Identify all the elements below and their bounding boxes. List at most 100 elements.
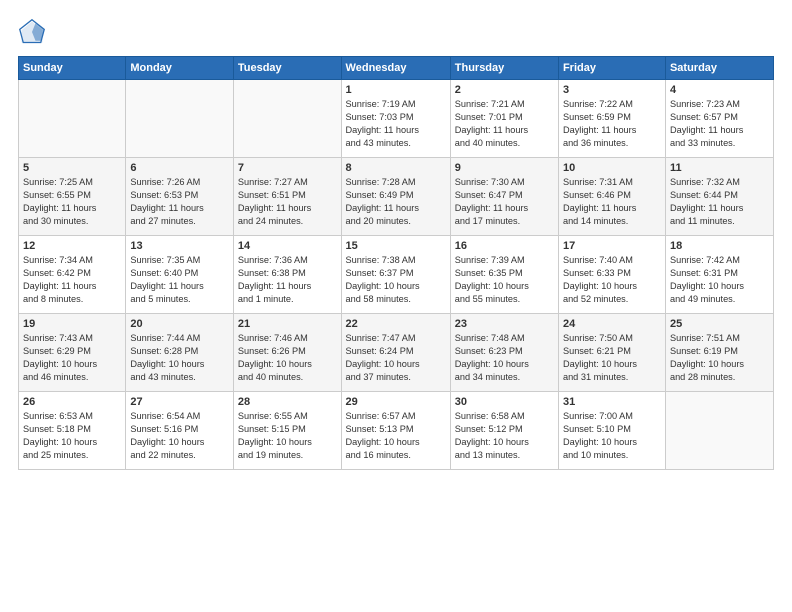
day-number: 16: [455, 240, 554, 252]
page: SundayMondayTuesdayWednesdayThursdayFrid…: [0, 0, 792, 612]
calendar-day-cell: [233, 80, 341, 158]
calendar-day-cell: 25 Sunrise: 7:51 AM Sunset: 6:19 PM Dayli…: [665, 314, 773, 392]
calendar-day-cell: [126, 80, 234, 158]
calendar-day-cell: 4 Sunrise: 7:23 AM Sunset: 6:57 PM Daylig…: [665, 80, 773, 158]
day-number: 14: [238, 240, 337, 252]
calendar-day-cell: 10 Sunrise: 7:31 AM Sunset: 6:46 PM Dayli…: [558, 158, 665, 236]
calendar-day-cell: 8 Sunrise: 7:28 AM Sunset: 6:49 PM Daylig…: [341, 158, 450, 236]
calendar-day-cell: 30 Sunrise: 6:58 AM Sunset: 5:12 PM Dayli…: [450, 392, 558, 470]
calendar-day-cell: 20 Sunrise: 7:44 AM Sunset: 6:28 PM Dayli…: [126, 314, 234, 392]
day-number: 4: [670, 84, 769, 96]
day-number: 6: [130, 162, 229, 174]
day-info: Sunrise: 7:22 AM Sunset: 6:59 PM Dayligh…: [563, 98, 661, 150]
day-number: 8: [346, 162, 446, 174]
day-info: Sunrise: 7:25 AM Sunset: 6:55 PM Dayligh…: [23, 176, 121, 228]
weekday-header-row: SundayMondayTuesdayWednesdayThursdayFrid…: [19, 57, 774, 80]
day-info: Sunrise: 7:48 AM Sunset: 6:23 PM Dayligh…: [455, 332, 554, 384]
calendar-day-cell: 31 Sunrise: 7:00 AM Sunset: 5:10 PM Dayli…: [558, 392, 665, 470]
day-info: Sunrise: 7:40 AM Sunset: 6:33 PM Dayligh…: [563, 254, 661, 306]
calendar-day-cell: 2 Sunrise: 7:21 AM Sunset: 7:01 PM Daylig…: [450, 80, 558, 158]
calendar-day-cell: 26 Sunrise: 6:53 AM Sunset: 5:18 PM Dayli…: [19, 392, 126, 470]
day-number: 26: [23, 396, 121, 408]
day-number: 13: [130, 240, 229, 252]
day-info: Sunrise: 7:44 AM Sunset: 6:28 PM Dayligh…: [130, 332, 229, 384]
day-number: 5: [23, 162, 121, 174]
day-number: 2: [455, 84, 554, 96]
day-info: Sunrise: 6:53 AM Sunset: 5:18 PM Dayligh…: [23, 410, 121, 462]
day-info: Sunrise: 7:27 AM Sunset: 6:51 PM Dayligh…: [238, 176, 337, 228]
day-info: Sunrise: 7:21 AM Sunset: 7:01 PM Dayligh…: [455, 98, 554, 150]
calendar-week-row: 5 Sunrise: 7:25 AM Sunset: 6:55 PM Daylig…: [19, 158, 774, 236]
day-info: Sunrise: 7:32 AM Sunset: 6:44 PM Dayligh…: [670, 176, 769, 228]
calendar-day-cell: 18Sunrise: 7:42 AM Sunset: 6:31 PM Dayli…: [665, 236, 773, 314]
day-info: Sunrise: 7:23 AM Sunset: 6:57 PM Dayligh…: [670, 98, 769, 150]
day-info: Sunrise: 7:46 AM Sunset: 6:26 PM Dayligh…: [238, 332, 337, 384]
calendar-day-cell: 6 Sunrise: 7:26 AM Sunset: 6:53 PM Daylig…: [126, 158, 234, 236]
day-info: Sunrise: 6:58 AM Sunset: 5:12 PM Dayligh…: [455, 410, 554, 462]
calendar-day-cell: 22Sunrise: 7:47 AM Sunset: 6:24 PM Dayli…: [341, 314, 450, 392]
calendar-day-cell: 7 Sunrise: 7:27 AM Sunset: 6:51 PM Daylig…: [233, 158, 341, 236]
day-info: Sunrise: 6:55 AM Sunset: 5:15 PM Dayligh…: [238, 410, 337, 462]
calendar-day-cell: 3Sunrise: 7:22 AM Sunset: 6:59 PM Daylig…: [558, 80, 665, 158]
calendar-week-row: 19Sunrise: 7:43 AM Sunset: 6:29 PM Dayli…: [19, 314, 774, 392]
calendar-day-cell: 1 Sunrise: 7:19 AM Sunset: 7:03 PM Daylig…: [341, 80, 450, 158]
day-info: Sunrise: 7:39 AM Sunset: 6:35 PM Dayligh…: [455, 254, 554, 306]
calendar-week-row: 1 Sunrise: 7:19 AM Sunset: 7:03 PM Daylig…: [19, 80, 774, 158]
day-number: 19: [23, 318, 121, 330]
day-number: 1: [346, 84, 446, 96]
day-number: 25: [670, 318, 769, 330]
day-info: Sunrise: 7:47 AM Sunset: 6:24 PM Dayligh…: [346, 332, 446, 384]
calendar-day-cell: 29 Sunrise: 6:57 AM Sunset: 5:13 PM Dayli…: [341, 392, 450, 470]
day-number: 20: [130, 318, 229, 330]
calendar-table: SundayMondayTuesdayWednesdayThursdayFrid…: [18, 56, 774, 470]
calendar-day-cell: 23 Sunrise: 7:48 AM Sunset: 6:23 PM Dayli…: [450, 314, 558, 392]
day-info: Sunrise: 7:26 AM Sunset: 6:53 PM Dayligh…: [130, 176, 229, 228]
day-number: 30: [455, 396, 554, 408]
calendar-day-cell: [19, 80, 126, 158]
weekday-header-sunday: Sunday: [19, 57, 126, 80]
day-info: Sunrise: 7:30 AM Sunset: 6:47 PM Dayligh…: [455, 176, 554, 228]
calendar-day-cell: 12 Sunrise: 7:34 AM Sunset: 6:42 PM Dayli…: [19, 236, 126, 314]
calendar-day-cell: [665, 392, 773, 470]
day-number: 29: [346, 396, 446, 408]
day-number: 23: [455, 318, 554, 330]
day-info: Sunrise: 7:28 AM Sunset: 6:49 PM Dayligh…: [346, 176, 446, 228]
calendar-day-cell: 24 Sunrise: 7:50 AM Sunset: 6:21 PM Dayli…: [558, 314, 665, 392]
day-number: 17: [563, 240, 661, 252]
weekday-header-wednesday: Wednesday: [341, 57, 450, 80]
weekday-header-thursday: Thursday: [450, 57, 558, 80]
calendar-day-cell: 16 Sunrise: 7:39 AM Sunset: 6:35 PM Dayli…: [450, 236, 558, 314]
day-info: Sunrise: 7:42 AM Sunset: 6:31 PM Dayligh…: [670, 254, 769, 306]
calendar-day-cell: 13 Sunrise: 7:35 AM Sunset: 6:40 PM Dayli…: [126, 236, 234, 314]
weekday-header-friday: Friday: [558, 57, 665, 80]
day-info: Sunrise: 7:00 AM Sunset: 5:10 PM Dayligh…: [563, 410, 661, 462]
calendar-day-cell: 14 Sunrise: 7:36 AM Sunset: 6:38 PM Dayli…: [233, 236, 341, 314]
day-info: Sunrise: 7:50 AM Sunset: 6:21 PM Dayligh…: [563, 332, 661, 384]
day-info: Sunrise: 7:35 AM Sunset: 6:40 PM Dayligh…: [130, 254, 229, 306]
day-number: 11: [670, 162, 769, 174]
day-number: 12: [23, 240, 121, 252]
day-number: 24: [563, 318, 661, 330]
logo: [18, 18, 50, 46]
day-info: Sunrise: 6:54 AM Sunset: 5:16 PM Dayligh…: [130, 410, 229, 462]
day-info: Sunrise: 7:34 AM Sunset: 6:42 PM Dayligh…: [23, 254, 121, 306]
calendar-week-row: 12 Sunrise: 7:34 AM Sunset: 6:42 PM Dayli…: [19, 236, 774, 314]
header: [18, 18, 774, 46]
day-number: 27: [130, 396, 229, 408]
calendar-day-cell: 21 Sunrise: 7:46 AM Sunset: 6:26 PM Dayli…: [233, 314, 341, 392]
day-number: 21: [238, 318, 337, 330]
day-info: Sunrise: 7:36 AM Sunset: 6:38 PM Dayligh…: [238, 254, 337, 306]
day-info: Sunrise: 7:31 AM Sunset: 6:46 PM Dayligh…: [563, 176, 661, 228]
day-info: Sunrise: 7:38 AM Sunset: 6:37 PM Dayligh…: [346, 254, 446, 306]
day-info: Sunrise: 7:51 AM Sunset: 6:19 PM Dayligh…: [670, 332, 769, 384]
weekday-header-saturday: Saturday: [665, 57, 773, 80]
calendar-day-cell: 27 Sunrise: 6:54 AM Sunset: 5:16 PM Dayli…: [126, 392, 234, 470]
day-number: 28: [238, 396, 337, 408]
day-info: Sunrise: 6:57 AM Sunset: 5:13 PM Dayligh…: [346, 410, 446, 462]
calendar-day-cell: 17 Sunrise: 7:40 AM Sunset: 6:33 PM Dayli…: [558, 236, 665, 314]
day-info: Sunrise: 7:19 AM Sunset: 7:03 PM Dayligh…: [346, 98, 446, 150]
day-number: 10: [563, 162, 661, 174]
day-number: 31: [563, 396, 661, 408]
day-number: 7: [238, 162, 337, 174]
day-number: 9: [455, 162, 554, 174]
